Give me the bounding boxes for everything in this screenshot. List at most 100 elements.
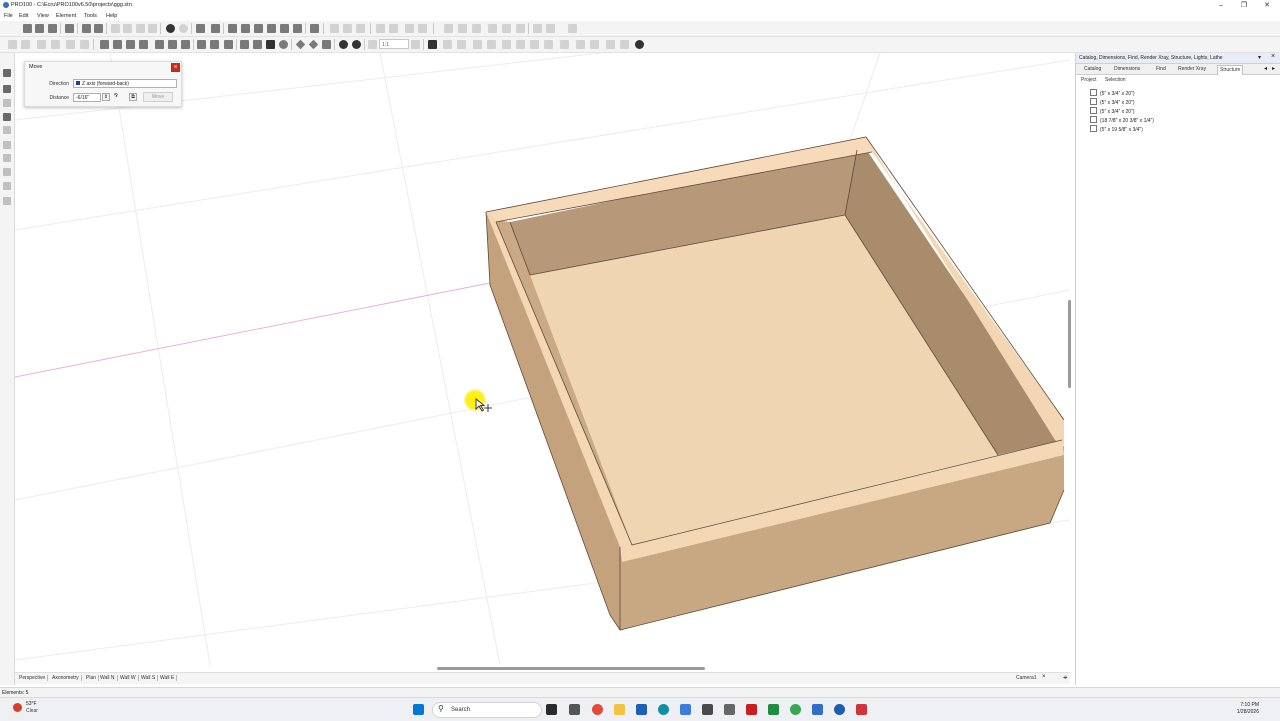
- fraction-icon[interactable]: ⅋: [112, 93, 120, 101]
- new-file-icon[interactable]: [23, 24, 32, 33]
- delete-icon[interactable]: [148, 24, 157, 33]
- arc-tool-icon[interactable]: [3, 168, 11, 176]
- extra-3-icon[interactable]: [590, 40, 599, 49]
- app-icon-4[interactable]: [702, 704, 713, 715]
- tab-camera1[interactable]: Camera1: [1016, 675, 1039, 681]
- close-window-button[interactable]: ✕: [1256, 0, 1278, 11]
- undo-icon[interactable]: [166, 24, 175, 33]
- file-explorer-icon[interactable]: [614, 704, 625, 715]
- redo-icon[interactable]: [179, 24, 188, 33]
- export-icon[interactable]: [65, 24, 74, 33]
- tabs-scroll-left-icon[interactable]: ◂: [1264, 65, 1267, 72]
- spreadsheet-icon[interactable]: [768, 704, 779, 715]
- measure-icon[interactable]: [197, 40, 206, 49]
- catalog-icon[interactable]: [211, 24, 220, 33]
- extra-5-icon[interactable]: [620, 40, 629, 49]
- tab-wall-s[interactable]: Wall S: [141, 675, 159, 681]
- flip-icon[interactable]: [472, 24, 481, 33]
- restore-button[interactable]: ❐: [1233, 0, 1255, 11]
- line-tool-icon[interactable]: [3, 99, 11, 107]
- align-left-icon[interactable]: [330, 24, 339, 33]
- menu-view[interactable]: View: [37, 13, 49, 19]
- tree-item[interactable]: (5" x 3/4" x 20"): [1090, 98, 1135, 106]
- tab-axonometry[interactable]: Axonometry: [52, 675, 82, 681]
- cube-view-7-icon[interactable]: [181, 40, 190, 49]
- mirror-icon[interactable]: [444, 24, 453, 33]
- tab-wall-w[interactable]: Wall W: [120, 675, 139, 681]
- menu-help[interactable]: Help: [106, 13, 117, 19]
- tab-structure[interactable]: Structure: [1217, 64, 1244, 75]
- rotate-icon[interactable]: [458, 24, 467, 33]
- tab-perspective[interactable]: Perspective: [19, 675, 49, 681]
- rotate-tool-icon[interactable]: [80, 40, 89, 49]
- dimension-icon[interactable]: [253, 40, 262, 49]
- view-bottom-icon[interactable]: [293, 24, 302, 33]
- eye-icon[interactable]: [279, 40, 288, 49]
- cube-view-2-icon[interactable]: [113, 40, 122, 49]
- align-top-icon[interactable]: [405, 24, 414, 33]
- cube-view-4-icon[interactable]: [139, 40, 148, 49]
- scale-tool-icon[interactable]: [544, 40, 553, 49]
- list-icon[interactable]: [266, 40, 275, 49]
- rotate-y-icon[interactable]: [516, 40, 525, 49]
- split-icon[interactable]: [502, 24, 511, 33]
- 3d-viewport[interactable]: [15, 53, 1070, 665]
- open-folder-icon[interactable]: [35, 24, 44, 33]
- rotate-x-icon[interactable]: [502, 40, 511, 49]
- tree-item[interactable]: (18 7/8" x 20 3/8" x 1/4"): [1090, 116, 1154, 124]
- paste-icon[interactable]: [136, 24, 145, 33]
- tree-checkbox[interactable]: [1090, 107, 1097, 114]
- drawer-model[interactable]: [485, 136, 1065, 631]
- minimize-button[interactable]: –: [1210, 0, 1232, 11]
- menu-element[interactable]: Element: [56, 13, 76, 19]
- tree-item[interactable]: (5" x 19 5/8" x 3/4"): [1090, 125, 1143, 133]
- app-icon-6[interactable]: [812, 704, 823, 715]
- extra-2-icon[interactable]: [576, 40, 585, 49]
- tab-render-xray[interactable]: Render Xray: [1178, 66, 1206, 72]
- acrobat-icon[interactable]: [746, 704, 757, 715]
- tree-item[interactable]: (5" x 3/4" x 20"): [1090, 107, 1135, 115]
- chrome-icon[interactable]: [592, 704, 603, 715]
- diamond-2-icon[interactable]: [308, 39, 319, 50]
- target-icon[interactable]: [352, 40, 361, 49]
- app-icon-3[interactable]: [680, 704, 691, 715]
- scale-field[interactable]: 1:1: [379, 39, 409, 49]
- magnet-icon[interactable]: [339, 40, 348, 49]
- light-icon[interactable]: [224, 40, 233, 49]
- camera-close-icon[interactable]: ×: [1042, 674, 1046, 680]
- task-view-icon[interactable]: [546, 704, 557, 715]
- curve-tool-icon[interactable]: [3, 197, 11, 205]
- copy-icon[interactable]: [123, 24, 132, 33]
- app-icon-2[interactable]: [636, 704, 647, 715]
- scale-dropdown-icon[interactable]: [411, 40, 420, 49]
- view-right-icon[interactable]: [254, 24, 263, 33]
- unlink-icon[interactable]: [546, 24, 555, 33]
- pencil-tool-icon[interactable]: [3, 113, 11, 121]
- rotate-z-icon[interactable]: [530, 40, 539, 49]
- subtab-selection[interactable]: Selection: [1105, 77, 1126, 83]
- cube-view-6-icon[interactable]: [168, 40, 177, 49]
- start-icon[interactable]: [413, 704, 424, 715]
- grid-2-icon[interactable]: [443, 40, 452, 49]
- align-right-icon[interactable]: [356, 24, 365, 33]
- cube-view-5-icon[interactable]: [155, 40, 164, 49]
- tab-wall-n[interactable]: Wall N: [100, 675, 118, 681]
- tree-item[interactable]: (5" x 3/4" x 20"): [1090, 89, 1135, 97]
- menu-file[interactable]: File: [4, 13, 13, 19]
- paint-icon[interactable]: [240, 40, 249, 49]
- chrome-2-icon[interactable]: [790, 704, 801, 715]
- view-top-icon[interactable]: [280, 24, 289, 33]
- tab-find[interactable]: Find: [1156, 66, 1166, 72]
- camera-icon[interactable]: [210, 40, 219, 49]
- pro100-taskbar-icon[interactable]: [834, 704, 845, 715]
- view-back-icon[interactable]: [267, 24, 276, 33]
- menu-edit[interactable]: Edit: [19, 13, 28, 19]
- tree-checkbox[interactable]: [1090, 125, 1097, 132]
- app-icon-5[interactable]: [724, 704, 735, 715]
- distance-field[interactable]: -6/16": [73, 93, 101, 102]
- drill-tool-icon[interactable]: [3, 182, 11, 190]
- tab-wall-e[interactable]: Wall E: [160, 675, 178, 681]
- app-icon-7[interactable]: [856, 704, 867, 715]
- move-down-icon[interactable]: [487, 40, 496, 49]
- cube-view-1-icon[interactable]: [100, 40, 109, 49]
